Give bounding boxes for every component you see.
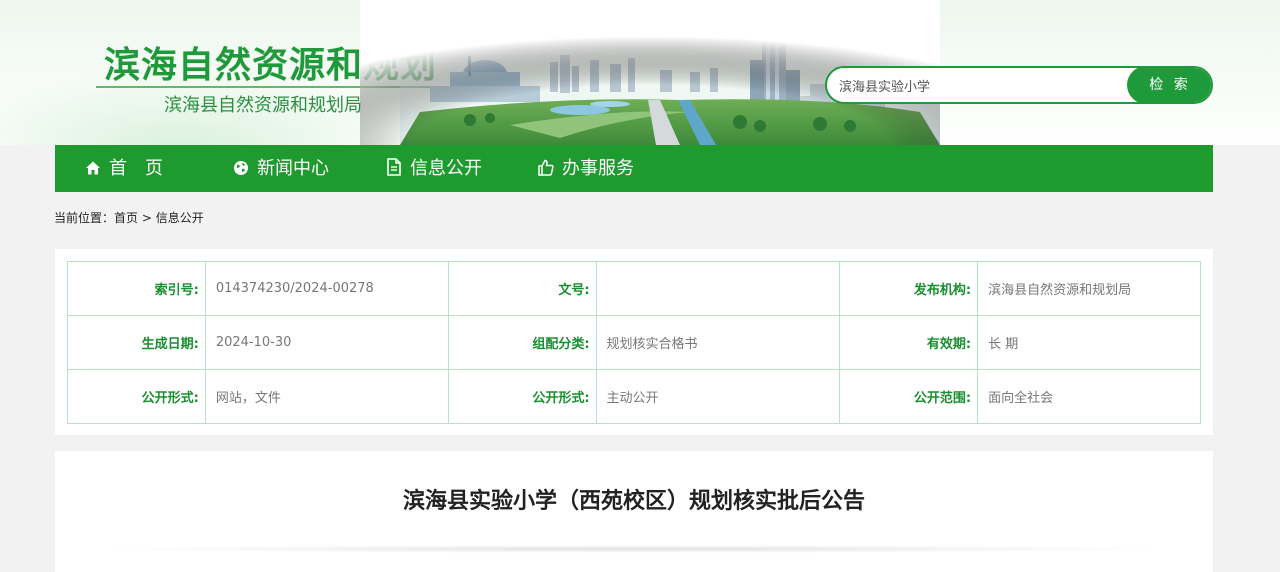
validity-value: 长 期: [977, 315, 1201, 370]
globe-icon: [234, 161, 248, 175]
document-number-value: [595, 261, 841, 316]
article-panel: 滨海县实验小学（西苑校区）规划核实批后公告: [55, 451, 1213, 572]
site-header: 滨海自然资源和规划 滨海县自然资源和规划局 滨海县实验小学 检 索: [0, 0, 1280, 145]
title-divider: [105, 545, 1163, 553]
main-nav: 首 页 新闻中心 信息公开 办事服务: [55, 145, 1213, 192]
disclosure-form-value: 网站，文件: [204, 369, 449, 424]
nav-item-label: 办事服务: [562, 158, 634, 179]
created-date-label: 生成日期:: [67, 315, 206, 370]
site-subtitle: 滨海县自然资源和规划局: [164, 95, 362, 116]
home-icon: [86, 161, 100, 175]
validity-label: 有效期:: [839, 315, 979, 370]
created-date-value: 2024-10-30: [204, 315, 449, 370]
search-button[interactable]: 检 索: [1127, 68, 1211, 102]
publisher-label: 发布机构:: [839, 261, 979, 316]
category-label: 组配分类:: [447, 315, 597, 370]
table-row: 生成日期: 2024-10-30 组配分类: 规划核实合格书 有效期: 长 期: [67, 315, 1201, 370]
info-panel: 索引号: 014374230/2024-00278 文号: 发布机构: 滨海县自…: [55, 249, 1213, 435]
document-number-label: 文号:: [447, 261, 597, 316]
nav-item-label: 首 页: [109, 158, 163, 179]
index-number-value: 014374230/2024-00278: [204, 261, 449, 316]
info-table: 索引号: 014374230/2024-00278 文号: 发布机构: 滨海县自…: [67, 261, 1201, 424]
breadcrumb-current-link[interactable]: 信息公开: [156, 211, 204, 225]
search-input[interactable]: [839, 68, 1129, 102]
nav-item-info-disclosure[interactable]: 信息公开: [386, 145, 482, 192]
disclosure-mode-label: 公开形式:: [447, 369, 597, 424]
article-title: 滨海县实验小学（西苑校区）规划核实批后公告: [402, 489, 865, 514]
disclosure-form-label: 公开形式:: [67, 369, 206, 424]
disclosure-scope-label: 公开范围:: [839, 369, 979, 424]
category-value: 规划核实合格书: [595, 315, 841, 370]
disclosure-scope-value: 面向全社会: [977, 369, 1201, 424]
breadcrumb-prefix: 当前位置：: [54, 211, 115, 225]
breadcrumb-home-link[interactable]: 首页: [114, 211, 138, 225]
nav-item-label: 信息公开: [410, 158, 482, 179]
search-box: 检 索: [825, 66, 1213, 104]
breadcrumb-separator: >: [138, 211, 156, 225]
publisher-value: 滨海县自然资源和规划局: [977, 261, 1201, 316]
nav-item-services[interactable]: 办事服务: [538, 145, 634, 192]
table-row: 公开形式: 网站，文件 公开形式: 主动公开 公开范围: 面向全社会: [67, 369, 1201, 424]
index-number-label: 索引号:: [67, 261, 206, 316]
nav-item-label: 新闻中心: [257, 158, 329, 179]
document-icon: [387, 158, 401, 176]
table-row: 索引号: 014374230/2024-00278 文号: 发布机构: 滨海县自…: [67, 261, 1201, 316]
disclosure-mode-value: 主动公开: [595, 369, 841, 424]
breadcrumb: 当前位置：首页 > 信息公开: [54, 209, 204, 226]
nav-item-news[interactable]: 新闻中心: [233, 145, 329, 192]
thumbs-up-icon: [538, 159, 554, 176]
nav-item-home[interactable]: 首 页: [85, 145, 163, 192]
